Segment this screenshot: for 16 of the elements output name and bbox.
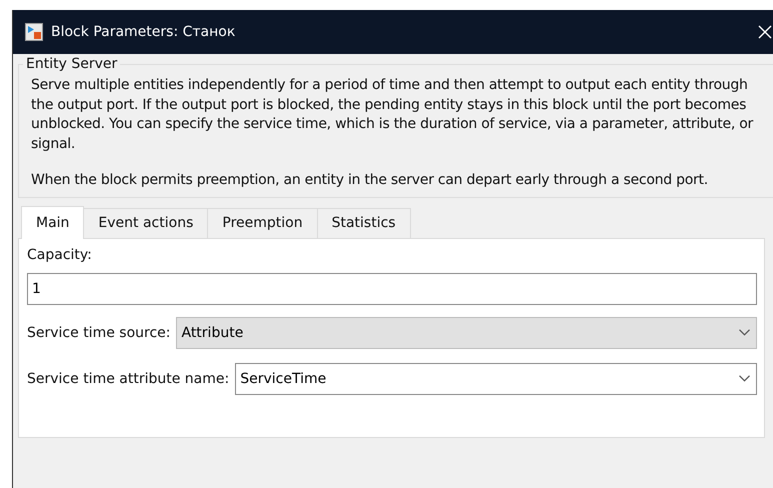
input-field[interactable]: 1 xyxy=(27,272,757,304)
dropdown[interactable]: ServiceTime xyxy=(235,362,757,394)
description-text: When the block permits preemption, an entity in the server can depart early through a second port. xyxy=(31,171,709,190)
chevron-down-icon[interactable] xyxy=(739,375,750,382)
block-icon xyxy=(25,23,43,41)
group-title: Entity Server xyxy=(25,56,118,72)
field-label: Service time attribute name: xyxy=(27,370,230,386)
chevron-down-icon[interactable] xyxy=(739,329,750,336)
field-label: Service time source: xyxy=(27,324,170,340)
tab[interactable]: Statistics xyxy=(316,208,411,238)
description-text: Serve multiple entities independently for a period of time and then attempt to output each entity through the output port. If the output port is blocked, the pending entity stays in this block until the port becomes unblocked. You can specify the service time, which is the duration of service, via a parameter, attribute, or signal. xyxy=(31,76,754,154)
close-icon[interactable] xyxy=(758,25,772,39)
field-label: Capacity: xyxy=(27,246,93,262)
dropdown[interactable]: Attribute xyxy=(176,316,757,348)
window-title: Block Parameters: Станок xyxy=(51,24,236,40)
tab[interactable]: Main xyxy=(21,206,84,238)
